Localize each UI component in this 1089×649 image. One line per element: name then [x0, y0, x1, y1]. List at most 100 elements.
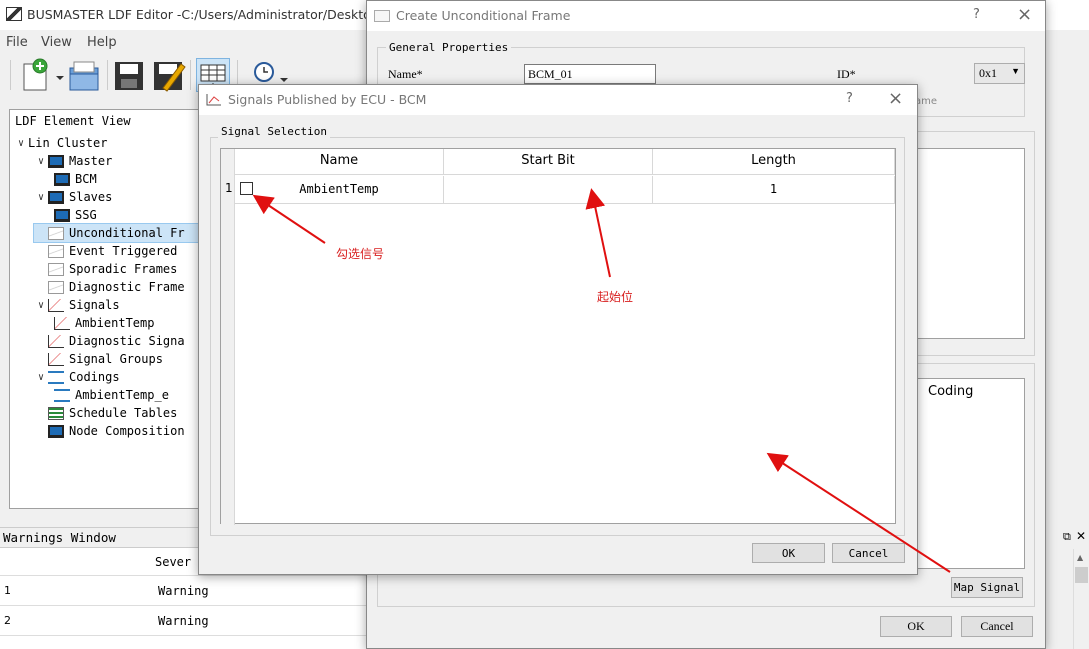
signal-select-checkbox[interactable] — [240, 182, 253, 195]
tree-item-sporadic-frames[interactable]: Sporadic Frames — [34, 260, 208, 278]
monitor-icon — [48, 190, 64, 204]
open-file-button[interactable] — [67, 58, 101, 92]
monitor-icon — [54, 172, 70, 186]
tree-item-label: Schedule Tables — [69, 406, 178, 420]
signals-dialog-title-bar: Signals Published by ECU - BCM ? × — [199, 85, 917, 115]
tree-item-label: Signal Groups — [69, 352, 163, 366]
warnings-scrollbar[interactable]: ▲ — [1073, 549, 1089, 649]
signals-dialog-title: Signals Published by ECU - BCM — [228, 92, 427, 107]
tree-item-ambienttemp[interactable]: AmbientTemp — [54, 314, 208, 332]
signal-name-cell[interactable]: AmbientTemp — [235, 176, 444, 204]
tree-item-schedule-tables[interactable]: Schedule Tables — [34, 404, 208, 422]
frame-ok-button[interactable]: OK — [880, 616, 952, 637]
name-column-header[interactable]: Name — [235, 149, 444, 175]
expand-chevron-icon[interactable]: ∨ — [34, 372, 48, 383]
tree-item-master[interactable]: ∨ Master — [34, 152, 208, 170]
warnings-window-title: Warnings Window — [3, 530, 116, 545]
ldf-element-tree[interactable]: LDF Element View ∨ Lin Cluster ∨ Master BCM ∨… — [9, 109, 209, 509]
expand-chevron-icon[interactable]: ∨ — [14, 138, 28, 149]
save-as-button[interactable] — [151, 58, 186, 92]
open-folder-icon — [69, 61, 99, 91]
tree-item-signal-groups[interactable]: Signal Groups — [34, 350, 208, 368]
start-bit-column-header[interactable]: Start Bit — [444, 149, 653, 175]
frame-envelope-icon — [374, 10, 390, 22]
tree-item-signals[interactable]: ∨ Signals — [34, 296, 208, 314]
tree-item-label: Signals — [69, 298, 120, 312]
signal-graph-icon — [206, 94, 222, 106]
signals-close-button[interactable]: × — [888, 88, 903, 109]
graph-icon — [54, 316, 70, 330]
close-icon[interactable]: ✕ — [1076, 529, 1086, 543]
scroll-up-icon[interactable]: ▲ — [1077, 553, 1083, 562]
restore-icon[interactable]: ⧉ — [1063, 530, 1071, 544]
annotation-start-bit: 起始位 — [597, 290, 634, 304]
annotation-check-signal: 勾选信号 — [336, 247, 385, 261]
row-header-column: 1 — [221, 149, 235, 525]
chevron-down-icon: ▼ — [1011, 66, 1020, 76]
tree-item-diagnostic-signa[interactable]: Diagnostic Signa — [34, 332, 208, 350]
tree-item-label: Diagnostic Frame — [69, 280, 185, 294]
expand-chevron-icon[interactable]: ∨ — [34, 156, 48, 167]
tree-item-slaves[interactable]: ∨ Slaves — [34, 188, 208, 206]
signals-table[interactable]: 1 Name Start Bit Length AmbientTemp 1 — [220, 148, 896, 525]
tree-item-label: AmbientTemp — [75, 316, 155, 330]
signals-cancel-button[interactable]: Cancel — [832, 543, 905, 563]
save-disk-icon — [115, 62, 143, 90]
tree-item-lin-cluster[interactable]: ∨ Lin Cluster — [14, 134, 208, 152]
monitor-icon — [48, 424, 64, 438]
menu-file[interactable]: File — [6, 35, 28, 50]
length-cell[interactable]: 1 — [653, 176, 895, 204]
graph-icon — [48, 334, 64, 348]
frame-list-box[interactable] — [915, 148, 1025, 339]
monitor-icon — [54, 208, 70, 222]
main-window-title: BUSMASTER LDF Editor -C:/Users/Administr… — [27, 7, 383, 22]
app-logo-icon — [6, 7, 22, 21]
frame-help-button[interactable]: ? — [973, 7, 980, 22]
start-bit-cell[interactable] — [444, 176, 653, 204]
tree-item-label: BCM — [75, 172, 97, 186]
menu-help[interactable]: Help — [87, 35, 117, 50]
frame-dialog-title: Create Unconditional Frame — [396, 8, 571, 23]
menu-bar: File View Help — [0, 31, 370, 53]
new-file-button[interactable] — [20, 58, 64, 92]
mapped-signals-list[interactable]: Coding — [915, 378, 1025, 569]
tree-item-event-triggered[interactable]: Event Triggered — [34, 242, 208, 260]
tree-item-label: Lin Cluster — [28, 136, 108, 150]
tree-item-diagnostic-frame[interactable]: Diagnostic Frame — [34, 278, 208, 296]
warnings-severity-header: Sever — [155, 555, 192, 569]
id-label: ID* — [837, 67, 856, 81]
frame-cancel-button[interactable]: Cancel — [961, 616, 1033, 637]
expand-chevron-icon[interactable]: ∨ — [34, 300, 48, 311]
frame-close-button[interactable]: × — [1017, 4, 1032, 25]
tree-item-codings[interactable]: ∨ Codings — [34, 368, 208, 386]
save-as-icon — [154, 62, 186, 92]
length-column-header[interactable]: Length — [653, 149, 895, 175]
signals-ok-button[interactable]: OK — [752, 543, 825, 563]
signals-help-button[interactable]: ? — [846, 91, 853, 106]
save-button[interactable] — [112, 58, 146, 92]
signal-selection-label: Signal Selection — [218, 125, 330, 138]
tree-item-bcm[interactable]: BCM — [54, 170, 208, 188]
envelope-icon — [48, 226, 64, 240]
frame-id-select[interactable]: 0x1 ▼ — [974, 63, 1025, 84]
envelope-icon — [48, 244, 64, 258]
tree-item-label: Master — [69, 154, 113, 168]
tree-item-node-composition[interactable]: Node Composition — [34, 422, 208, 440]
coding-icon — [48, 370, 64, 384]
warnings-side-panel: ⧉ ✕ ▲ — [1045, 527, 1089, 649]
partial-label: ame — [915, 96, 938, 107]
map-signal-button[interactable]: Map Signal — [951, 577, 1023, 598]
envelope-icon — [48, 280, 64, 294]
tree-item-ambienttemp-e[interactable]: AmbientTemp_e — [54, 386, 208, 404]
expand-chevron-icon[interactable]: ∨ — [34, 192, 48, 203]
new-file-icon — [23, 58, 64, 91]
table-row[interactable]: AmbientTemp 1 — [235, 176, 895, 204]
tree-item-unconditional-fr[interactable]: Unconditional Fr — [33, 223, 208, 243]
frame-name-input[interactable]: BCM_01 — [524, 64, 656, 84]
general-properties-label: General Properties — [386, 41, 512, 54]
menu-view[interactable]: View — [41, 35, 72, 50]
tree-item-ssg[interactable]: SSG — [54, 206, 208, 224]
table-row[interactable]: 1 Warning — [0, 576, 366, 606]
table-row[interactable]: 2 Warning — [0, 606, 366, 636]
tree-item-label: Node Composition — [69, 424, 185, 438]
